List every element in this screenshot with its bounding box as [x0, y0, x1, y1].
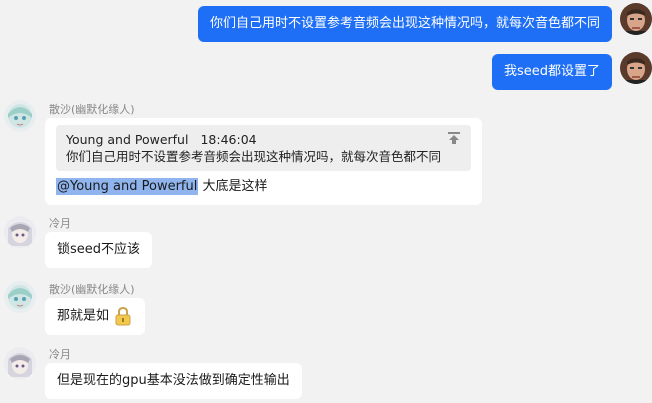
quote-author: Young and Powerful [66, 132, 189, 147]
message-bubble-other[interactable]: 那就是如 [45, 298, 146, 335]
message-bubble-other[interactable]: 锁seed不应该 [45, 232, 153, 268]
sender-name: 冷月 [49, 348, 71, 361]
sender-name: 散沙(幽默化缘人) [49, 283, 135, 296]
message-text: 大底是这样 [198, 179, 268, 194]
message-text: 那就是如 [57, 308, 110, 324]
message-bubble-other[interactable]: Young and Powerful 18:46:04 你们自己用时不设置参考音… [45, 118, 483, 205]
message-bubble-self[interactable]: 你们自己用时不设置参考音频会出现这种情况吗，就每次音色都不同 [197, 6, 612, 42]
mention-tag[interactable]: @Young and Powerful [56, 178, 199, 195]
avatar-lengyue[interactable] [4, 216, 36, 248]
avatar-sansha[interactable] [4, 281, 36, 313]
lock-icon [115, 306, 131, 326]
quoted-message[interactable]: Young and Powerful 18:46:04 你们自己用时不设置参考音… [56, 125, 472, 171]
message-bubble-self[interactable]: 我seed都设置了 [491, 54, 612, 90]
avatar-self[interactable] [620, 3, 652, 35]
quote-time: 18:46:04 [200, 132, 257, 147]
quote-text: 你们自己用时不设置参考音频会出现这种情况吗，就每次音色都不同 [66, 149, 442, 164]
avatar-sansha[interactable] [4, 100, 36, 132]
avatar-lengyue[interactable] [4, 347, 36, 379]
sender-name: 散沙(幽默化缘人) [49, 103, 135, 116]
jump-to-original-icon[interactable] [447, 131, 461, 145]
message-bubble-other[interactable]: 但是现在的gpu基本没法做到确定性输出 [45, 363, 302, 399]
sender-name: 冷月 [49, 217, 71, 230]
avatar-self[interactable] [620, 52, 652, 84]
